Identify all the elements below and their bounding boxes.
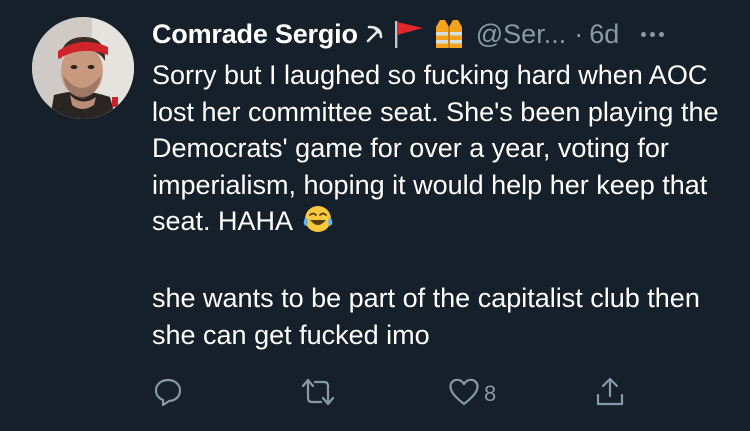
tweet-actions: 8	[0, 372, 750, 416]
heart-icon	[448, 377, 480, 412]
tweet[interactable]: Comrade Sergio @Ser... · 6d Sorry but I …	[0, 0, 750, 431]
like-button[interactable]: 8	[448, 372, 496, 416]
tweet-paragraph-1: Sorry but I laughed so fucking hard when…	[152, 57, 742, 244]
share-icon	[594, 376, 626, 413]
timestamp[interactable]: 6d	[589, 19, 619, 50]
separator-dot: ·	[574, 18, 584, 49]
retweet-button[interactable]	[300, 372, 336, 416]
safety-vest-icon	[432, 19, 466, 49]
reply-button[interactable]	[152, 372, 184, 416]
tweet-header: Comrade Sergio @Ser... · 6d	[152, 16, 730, 52]
avatar[interactable]	[32, 17, 134, 119]
retweet-icon	[300, 376, 336, 413]
display-name[interactable]: Comrade Sergio	[152, 19, 358, 50]
avatar-photo	[32, 17, 134, 119]
reply-icon	[152, 376, 184, 413]
tweet-paragraph-2: she wants to be part of the capitalist c…	[152, 283, 700, 350]
tweet-body: Sorry but I laughed so fucking hard when…	[152, 57, 742, 353]
like-count: 8	[484, 381, 497, 406]
hammer-and-sickle-icon	[364, 19, 386, 49]
user-handle[interactable]: @Ser...	[476, 19, 566, 50]
tweet-text-1: Sorry but I laughed so fucking hard when…	[152, 60, 719, 236]
share-button[interactable]	[594, 372, 626, 416]
face-with-tears-of-joy-icon	[303, 204, 333, 244]
more-options-icon[interactable]	[641, 31, 665, 37]
red-flag-icon	[392, 19, 426, 49]
